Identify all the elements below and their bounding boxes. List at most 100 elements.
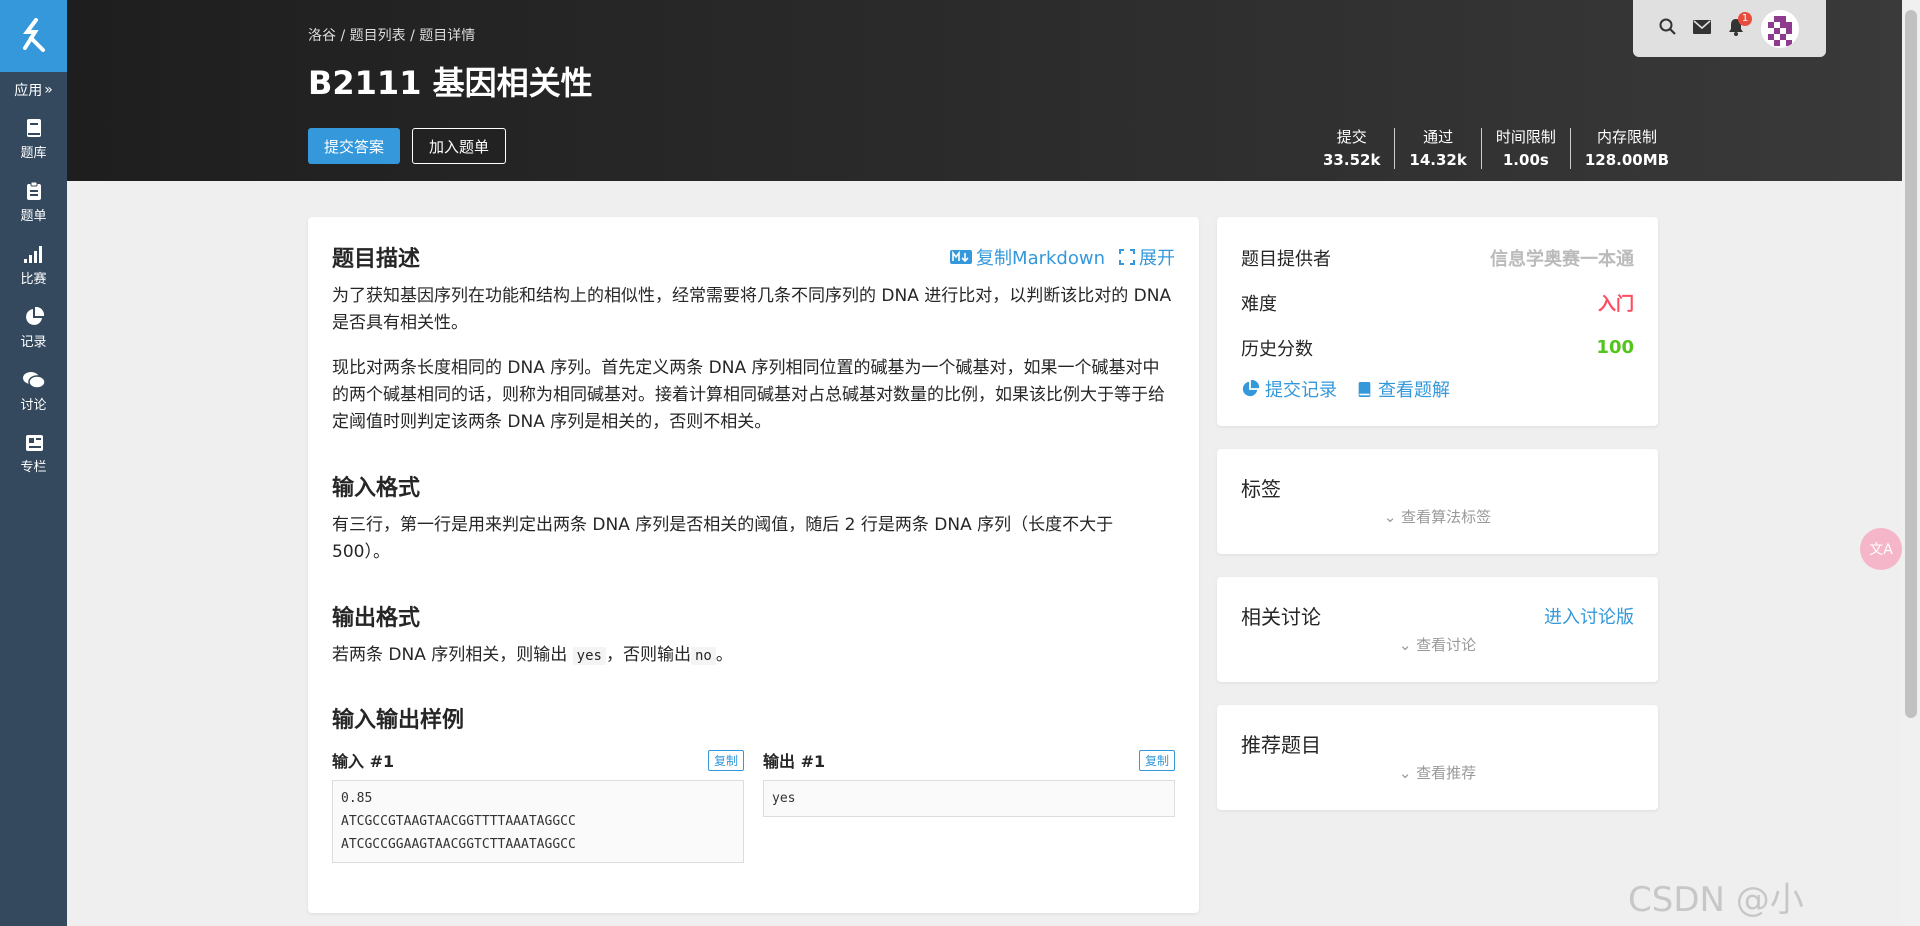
scrollbar-thumb[interactable] — [1905, 10, 1917, 718]
page-title: B2111 基因相关性 — [308, 64, 593, 102]
output-text-prefix: 若两条 DNA 序列相关，则输出 — [332, 645, 568, 665]
translate-float-button[interactable]: 文A — [1860, 528, 1902, 570]
submit-record-link[interactable]: 提交记录 — [1241, 376, 1337, 402]
show-tags-label: 查看算法标签 — [1401, 508, 1492, 526]
sidebar-item-label: 讨论 — [20, 398, 47, 413]
provider-label: 题目提供者 — [1241, 248, 1331, 270]
show-tags-toggle[interactable]: ⌄ 查看算法标签 — [1241, 506, 1634, 527]
signal-bars-icon — [23, 246, 42, 263]
sample-input-header: 输入 #1 复制 — [332, 748, 744, 772]
samples-title: 输入输出样例 — [332, 708, 465, 733]
description-actions: 复制Markdown 展开 — [950, 244, 1175, 270]
newspaper-icon — [25, 435, 43, 451]
stat-label: 提交 — [1336, 128, 1367, 146]
copy-markdown-label: 复制Markdown — [976, 248, 1105, 269]
copy-output-button[interactable]: 复制 — [1138, 749, 1175, 771]
breadcrumb-separator: / — [336, 28, 350, 44]
pie-chart-icon — [25, 307, 44, 325]
difficulty-label: 难度 — [1241, 293, 1277, 315]
description-paragraph-1: 为了获知基因序列在功能和结构上的相似性，经常需要将几条不同序列的 DNA 进行比… — [332, 286, 1172, 333]
sample-output-box[interactable]: yes — [763, 780, 1175, 817]
input-format-text: 有三行，第一行是用来判定出两条 DNA 序列是否相关的阈值，随后 2 行是两条 … — [332, 515, 1114, 562]
sample-input-label: 输入 #1 — [332, 752, 395, 771]
sample-output-label: 输出 #1 — [763, 752, 826, 771]
output-yes-code: yes — [572, 647, 606, 665]
description-title: 题目描述 — [332, 247, 421, 272]
description-header: 题目描述 复制Markdown 展开 — [332, 241, 1175, 273]
discussion-card: 相关讨论 进入讨论版 ⌄ 查看讨论 — [1217, 577, 1658, 682]
bell-icon[interactable]: 1 — [1728, 11, 1752, 40]
show-discussion-toggle[interactable]: ⌄ 查看讨论 — [1241, 634, 1634, 655]
copy-input-button[interactable]: 复制 — [707, 749, 744, 771]
stat-label: 通过 — [1423, 128, 1454, 146]
apps-menu[interactable]: 应用 » — [0, 72, 67, 108]
book-icon — [26, 119, 41, 137]
luogu-logo[interactable] — [0, 0, 67, 72]
pie-chart-icon — [1242, 380, 1259, 397]
sidebar-item-columns[interactable]: 专栏 — [0, 423, 67, 486]
logo-icon — [22, 18, 45, 52]
discussion-title: 相关讨论 — [1241, 605, 1321, 629]
comments-icon — [22, 372, 46, 389]
apps-label: 应用 — [14, 83, 43, 99]
difficulty-value: 入门 — [1598, 293, 1634, 315]
show-recommend-label: 查看推荐 — [1416, 764, 1477, 782]
history-score-row: 历史分数 100 — [1241, 325, 1634, 370]
sidebar-item-records[interactable]: 记录 — [0, 297, 67, 360]
expand-button[interactable]: 展开 — [1119, 244, 1175, 270]
sidebar-item-label: 题单 — [20, 209, 47, 224]
add-to-list-button[interactable]: 加入题单 — [412, 128, 507, 164]
show-recommend-toggle[interactable]: ⌄ 查看推荐 — [1241, 762, 1634, 783]
provider-value[interactable]: 信息学奥赛一本通 — [1490, 245, 1634, 271]
search-icon[interactable] — [1659, 18, 1676, 39]
tags-title: 标签 — [1241, 477, 1281, 501]
samples: 输入 #1 复制 0.85 ATCGCCGTAAGTAACGGTTTTAAATA… — [332, 748, 1175, 863]
stat-time-limit: 时间限制 1.00s — [1480, 128, 1570, 169]
sidebar: 应用 » 题库 题单 比赛 记录 讨论 专栏 — [0, 0, 67, 926]
sidebar-item-problems[interactable]: 题库 — [0, 108, 67, 171]
avatar[interactable] — [1761, 9, 1799, 48]
stat-memory-limit: 内存限制 128.00MB — [1569, 128, 1683, 169]
input-format-title: 输入格式 — [332, 476, 421, 501]
sidebar-item-discuss[interactable]: 讨论 — [0, 360, 67, 423]
sample-output-header: 输出 #1 复制 — [763, 748, 1175, 772]
show-discussion-label: 查看讨论 — [1416, 636, 1477, 654]
user-toolbar: 1 — [1633, 0, 1826, 57]
view-solution-label: 查看题解 — [1378, 380, 1450, 401]
recommend-title: 推荐题目 — [1241, 733, 1321, 757]
stat-accepted: 通过 14.32k — [1394, 128, 1480, 169]
mail-icon[interactable] — [1693, 19, 1711, 38]
submit-answer-button[interactable]: 提交答案 — [308, 128, 401, 164]
stat-value: 128.00MB — [1584, 151, 1670, 169]
enter-discussion-link[interactable]: 进入讨论版 — [1544, 603, 1634, 629]
output-format-title: 输出格式 — [332, 606, 421, 631]
watermark: CSDN @小 — [1628, 880, 1804, 920]
copy-markdown-button[interactable]: 复制Markdown — [950, 244, 1105, 270]
sidebar-item-contests[interactable]: 比赛 — [0, 234, 67, 297]
stat-label: 时间限制 — [1495, 128, 1556, 146]
difficulty-row: 难度 入门 — [1241, 280, 1634, 325]
breadcrumb-current: 题目详情 — [419, 28, 476, 44]
book-icon — [1358, 381, 1371, 397]
submit-record-label: 提交记录 — [1265, 380, 1337, 401]
page-scrollbar[interactable] — [1902, 0, 1920, 926]
stat-value: 14.32k — [1409, 151, 1467, 169]
output-no-code: no — [690, 647, 716, 665]
history-score-value: 100 — [1596, 337, 1634, 358]
sample-input: 输入 #1 复制 0.85 ATCGCCGTAAGTAACGGTTTTAAATA… — [332, 748, 744, 863]
view-solution-link[interactable]: 查看题解 — [1357, 376, 1450, 402]
output-text-middle: ，否则输出 — [605, 645, 691, 665]
provider-row: 题目提供者 信息学奥赛一本通 — [1241, 235, 1634, 280]
stat-value: 1.00s — [1502, 151, 1549, 169]
breadcrumb-problem-list[interactable]: 题目列表 — [350, 28, 406, 44]
breadcrumb-home[interactable]: 洛谷 — [308, 28, 336, 44]
sample-output: 输出 #1 复制 yes — [763, 748, 1175, 863]
sidebar-item-lists[interactable]: 题单 — [0, 171, 67, 234]
discussion-header: 相关讨论 进入讨论版 — [1241, 601, 1634, 630]
info-links: 提交记录 查看题解 — [1241, 376, 1634, 402]
notification-badge: 1 — [1738, 11, 1752, 26]
stat-submissions: 提交 33.52k — [1309, 128, 1394, 169]
chevron-down-icon: ⌄ — [1383, 508, 1402, 526]
description-paragraph-2: 现比对两条长度相同的 DNA 序列。首先定义两条 DNA 序列相同位置的碱基为一… — [332, 358, 1165, 432]
sample-input-box[interactable]: 0.85 ATCGCCGTAAGTAACGGTTTTAAATAGGCC ATCG… — [332, 780, 744, 863]
